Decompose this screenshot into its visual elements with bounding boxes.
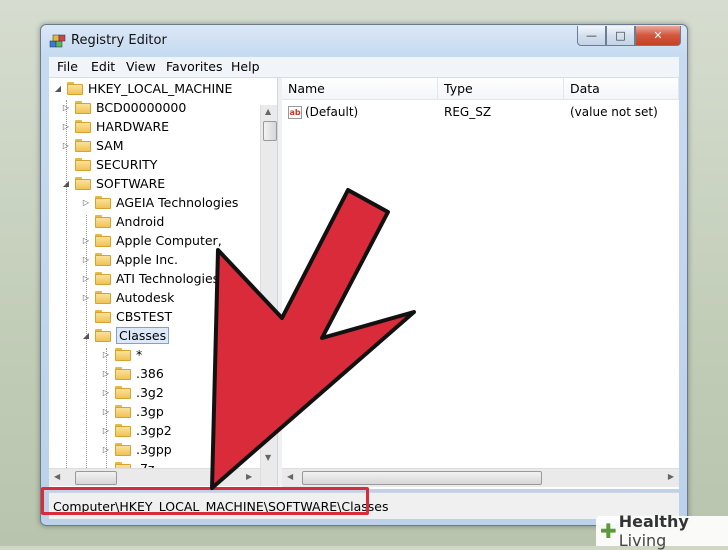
plus-logo-icon: ✚ <box>600 519 617 543</box>
healthy-living-watermark: ✚ Healthy Living <box>596 512 728 550</box>
watermark-text: Healthy Living <box>619 512 728 550</box>
red-arrow-icon <box>210 188 416 490</box>
watermark-suffix: Living <box>618 531 667 550</box>
watermark-brand: Healthy <box>618 512 689 531</box>
annotation-arrow-overlay <box>210 188 416 490</box>
